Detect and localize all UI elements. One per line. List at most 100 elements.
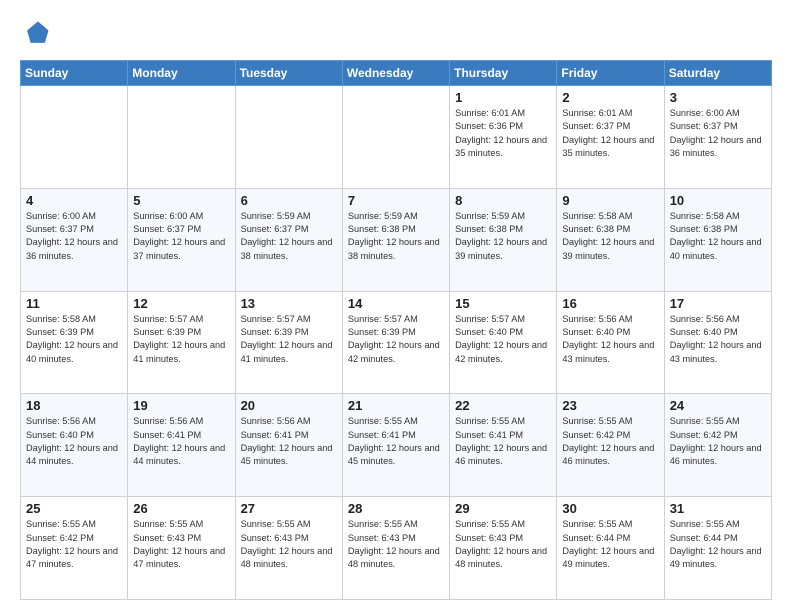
- calendar-cell: 15Sunrise: 5:57 AM Sunset: 6:40 PM Dayli…: [450, 291, 557, 394]
- logo: [20, 18, 56, 50]
- calendar-cell: 9 Sunrise: 5:58 AM Sunset: 6:38 PM Daylig…: [557, 188, 664, 291]
- calendar-header-row: SundayMondayTuesdayWednesdayThursdayFrid…: [21, 61, 772, 86]
- day-number: 31: [670, 501, 766, 516]
- calendar-cell: 18Sunrise: 5:56 AM Sunset: 6:40 PM Dayli…: [21, 394, 128, 497]
- page: SundayMondayTuesdayWednesdayThursdayFrid…: [0, 0, 792, 612]
- cell-content: Sunrise: 5:55 AM Sunset: 6:41 PM Dayligh…: [455, 415, 551, 468]
- day-number: 30: [562, 501, 658, 516]
- calendar-cell: [128, 86, 235, 189]
- calendar-cell: [235, 86, 342, 189]
- cell-content: Sunrise: 5:55 AM Sunset: 6:43 PM Dayligh…: [133, 518, 229, 571]
- calendar-header-sunday: Sunday: [21, 61, 128, 86]
- calendar-cell: 29 Sunrise: 5:55 AM Sunset: 6:43 PM Dayli…: [450, 497, 557, 600]
- day-number: 24: [670, 398, 766, 413]
- cell-content: Sunrise: 6:01 AM Sunset: 6:36 PM Dayligh…: [455, 107, 551, 160]
- cell-content: Sunrise: 6:00 AM Sunset: 6:37 PM Dayligh…: [133, 210, 229, 263]
- cell-content: Sunrise: 5:57 AM Sunset: 6:39 PM Dayligh…: [133, 313, 229, 366]
- day-number: 25: [26, 501, 122, 516]
- cell-content: Sunrise: 5:57 AM Sunset: 6:40 PM Dayligh…: [455, 313, 551, 366]
- calendar-cell: 30 Sunrise: 5:55 AM Sunset: 6:44 PM Dayli…: [557, 497, 664, 600]
- day-number: 9: [562, 193, 658, 208]
- calendar-week-2: 4 Sunrise: 6:00 AM Sunset: 6:37 PM Daylig…: [21, 188, 772, 291]
- calendar-cell: 28 Sunrise: 5:55 AM Sunset: 6:43 PM Dayli…: [342, 497, 449, 600]
- cell-content: Sunrise: 5:59 AM Sunset: 6:38 PM Dayligh…: [455, 210, 551, 263]
- day-number: 14: [348, 296, 444, 311]
- calendar-cell: 12 Sunrise: 5:57 AM Sunset: 6:39 PM Dayli…: [128, 291, 235, 394]
- day-number: 13: [241, 296, 337, 311]
- calendar-header-monday: Monday: [128, 61, 235, 86]
- cell-content: Sunrise: 5:58 AM Sunset: 6:39 PM Dayligh…: [26, 313, 122, 366]
- cell-content: Sunrise: 6:01 AM Sunset: 6:37 PM Dayligh…: [562, 107, 658, 160]
- day-number: 22: [455, 398, 551, 413]
- cell-content: Sunrise: 5:55 AM Sunset: 6:43 PM Dayligh…: [348, 518, 444, 571]
- day-number: 27: [241, 501, 337, 516]
- day-number: 28: [348, 501, 444, 516]
- calendar-cell: 27 Sunrise: 5:55 AM Sunset: 6:43 PM Dayli…: [235, 497, 342, 600]
- calendar-header-thursday: Thursday: [450, 61, 557, 86]
- cell-content: Sunrise: 5:55 AM Sunset: 6:43 PM Dayligh…: [455, 518, 551, 571]
- calendar-week-4: 18Sunrise: 5:56 AM Sunset: 6:40 PM Dayli…: [21, 394, 772, 497]
- calendar-week-5: 25 Sunrise: 5:55 AM Sunset: 6:42 PM Dayli…: [21, 497, 772, 600]
- calendar-header-saturday: Saturday: [664, 61, 771, 86]
- day-number: 29: [455, 501, 551, 516]
- cell-content: Sunrise: 5:55 AM Sunset: 6:42 PM Dayligh…: [670, 415, 766, 468]
- calendar-cell: 1 Sunrise: 6:01 AM Sunset: 6:36 PM Daylig…: [450, 86, 557, 189]
- calendar-cell: [21, 86, 128, 189]
- cell-content: Sunrise: 5:55 AM Sunset: 6:41 PM Dayligh…: [348, 415, 444, 468]
- day-number: 17: [670, 296, 766, 311]
- day-number: 16: [562, 296, 658, 311]
- day-number: 12: [133, 296, 229, 311]
- calendar-cell: 8 Sunrise: 5:59 AM Sunset: 6:38 PM Daylig…: [450, 188, 557, 291]
- cell-content: Sunrise: 5:59 AM Sunset: 6:37 PM Dayligh…: [241, 210, 337, 263]
- day-number: 5: [133, 193, 229, 208]
- calendar-cell: 31 Sunrise: 5:55 AM Sunset: 6:44 PM Dayli…: [664, 497, 771, 600]
- day-number: 8: [455, 193, 551, 208]
- calendar-cell: 17 Sunrise: 5:56 AM Sunset: 6:40 PM Dayli…: [664, 291, 771, 394]
- calendar-header-friday: Friday: [557, 61, 664, 86]
- calendar-cell: 16 Sunrise: 5:56 AM Sunset: 6:40 PM Dayli…: [557, 291, 664, 394]
- calendar-week-1: 1 Sunrise: 6:01 AM Sunset: 6:36 PM Daylig…: [21, 86, 772, 189]
- cell-content: Sunrise: 6:00 AM Sunset: 6:37 PM Dayligh…: [26, 210, 122, 263]
- cell-content: Sunrise: 5:58 AM Sunset: 6:38 PM Dayligh…: [670, 210, 766, 263]
- day-number: 26: [133, 501, 229, 516]
- calendar-cell: 14 Sunrise: 5:57 AM Sunset: 6:39 PM Dayli…: [342, 291, 449, 394]
- day-number: 6: [241, 193, 337, 208]
- cell-content: Sunrise: 5:56 AM Sunset: 6:40 PM Dayligh…: [26, 415, 122, 468]
- cell-content: Sunrise: 5:55 AM Sunset: 6:44 PM Dayligh…: [670, 518, 766, 571]
- day-number: 11: [26, 296, 122, 311]
- calendar-cell: 19 Sunrise: 5:56 AM Sunset: 6:41 PM Dayli…: [128, 394, 235, 497]
- calendar-cell: 4 Sunrise: 6:00 AM Sunset: 6:37 PM Daylig…: [21, 188, 128, 291]
- cell-content: Sunrise: 5:56 AM Sunset: 6:41 PM Dayligh…: [133, 415, 229, 468]
- day-number: 23: [562, 398, 658, 413]
- cell-content: Sunrise: 5:55 AM Sunset: 6:42 PM Dayligh…: [562, 415, 658, 468]
- calendar-cell: 7 Sunrise: 5:59 AM Sunset: 6:38 PM Daylig…: [342, 188, 449, 291]
- calendar-header-wednesday: Wednesday: [342, 61, 449, 86]
- calendar-header-tuesday: Tuesday: [235, 61, 342, 86]
- cell-content: Sunrise: 5:55 AM Sunset: 6:43 PM Dayligh…: [241, 518, 337, 571]
- cell-content: Sunrise: 5:59 AM Sunset: 6:38 PM Dayligh…: [348, 210, 444, 263]
- calendar-cell: 5 Sunrise: 6:00 AM Sunset: 6:37 PM Daylig…: [128, 188, 235, 291]
- day-number: 20: [241, 398, 337, 413]
- calendar-cell: 26 Sunrise: 5:55 AM Sunset: 6:43 PM Dayli…: [128, 497, 235, 600]
- calendar-cell: [342, 86, 449, 189]
- cell-content: Sunrise: 6:00 AM Sunset: 6:37 PM Dayligh…: [670, 107, 766, 160]
- cell-content: Sunrise: 5:55 AM Sunset: 6:44 PM Dayligh…: [562, 518, 658, 571]
- calendar-cell: 2Sunrise: 6:01 AM Sunset: 6:37 PM Daylig…: [557, 86, 664, 189]
- calendar-cell: 21Sunrise: 5:55 AM Sunset: 6:41 PM Dayli…: [342, 394, 449, 497]
- cell-content: Sunrise: 5:57 AM Sunset: 6:39 PM Dayligh…: [348, 313, 444, 366]
- cell-content: Sunrise: 5:58 AM Sunset: 6:38 PM Dayligh…: [562, 210, 658, 263]
- cell-content: Sunrise: 5:57 AM Sunset: 6:39 PM Dayligh…: [241, 313, 337, 366]
- day-number: 1: [455, 90, 551, 105]
- day-number: 19: [133, 398, 229, 413]
- calendar-cell: 11 Sunrise: 5:58 AM Sunset: 6:39 PM Dayli…: [21, 291, 128, 394]
- day-number: 4: [26, 193, 122, 208]
- calendar-cell: 24 Sunrise: 5:55 AM Sunset: 6:42 PM Dayli…: [664, 394, 771, 497]
- cell-content: Sunrise: 5:56 AM Sunset: 6:40 PM Dayligh…: [562, 313, 658, 366]
- calendar-cell: 10Sunrise: 5:58 AM Sunset: 6:38 PM Dayli…: [664, 188, 771, 291]
- calendar-cell: 20 Sunrise: 5:56 AM Sunset: 6:41 PM Dayli…: [235, 394, 342, 497]
- cell-content: Sunrise: 5:56 AM Sunset: 6:41 PM Dayligh…: [241, 415, 337, 468]
- cell-content: Sunrise: 5:55 AM Sunset: 6:42 PM Dayligh…: [26, 518, 122, 571]
- day-number: 7: [348, 193, 444, 208]
- calendar-cell: 3Sunrise: 6:00 AM Sunset: 6:37 PM Daylig…: [664, 86, 771, 189]
- cell-content: Sunrise: 5:56 AM Sunset: 6:40 PM Dayligh…: [670, 313, 766, 366]
